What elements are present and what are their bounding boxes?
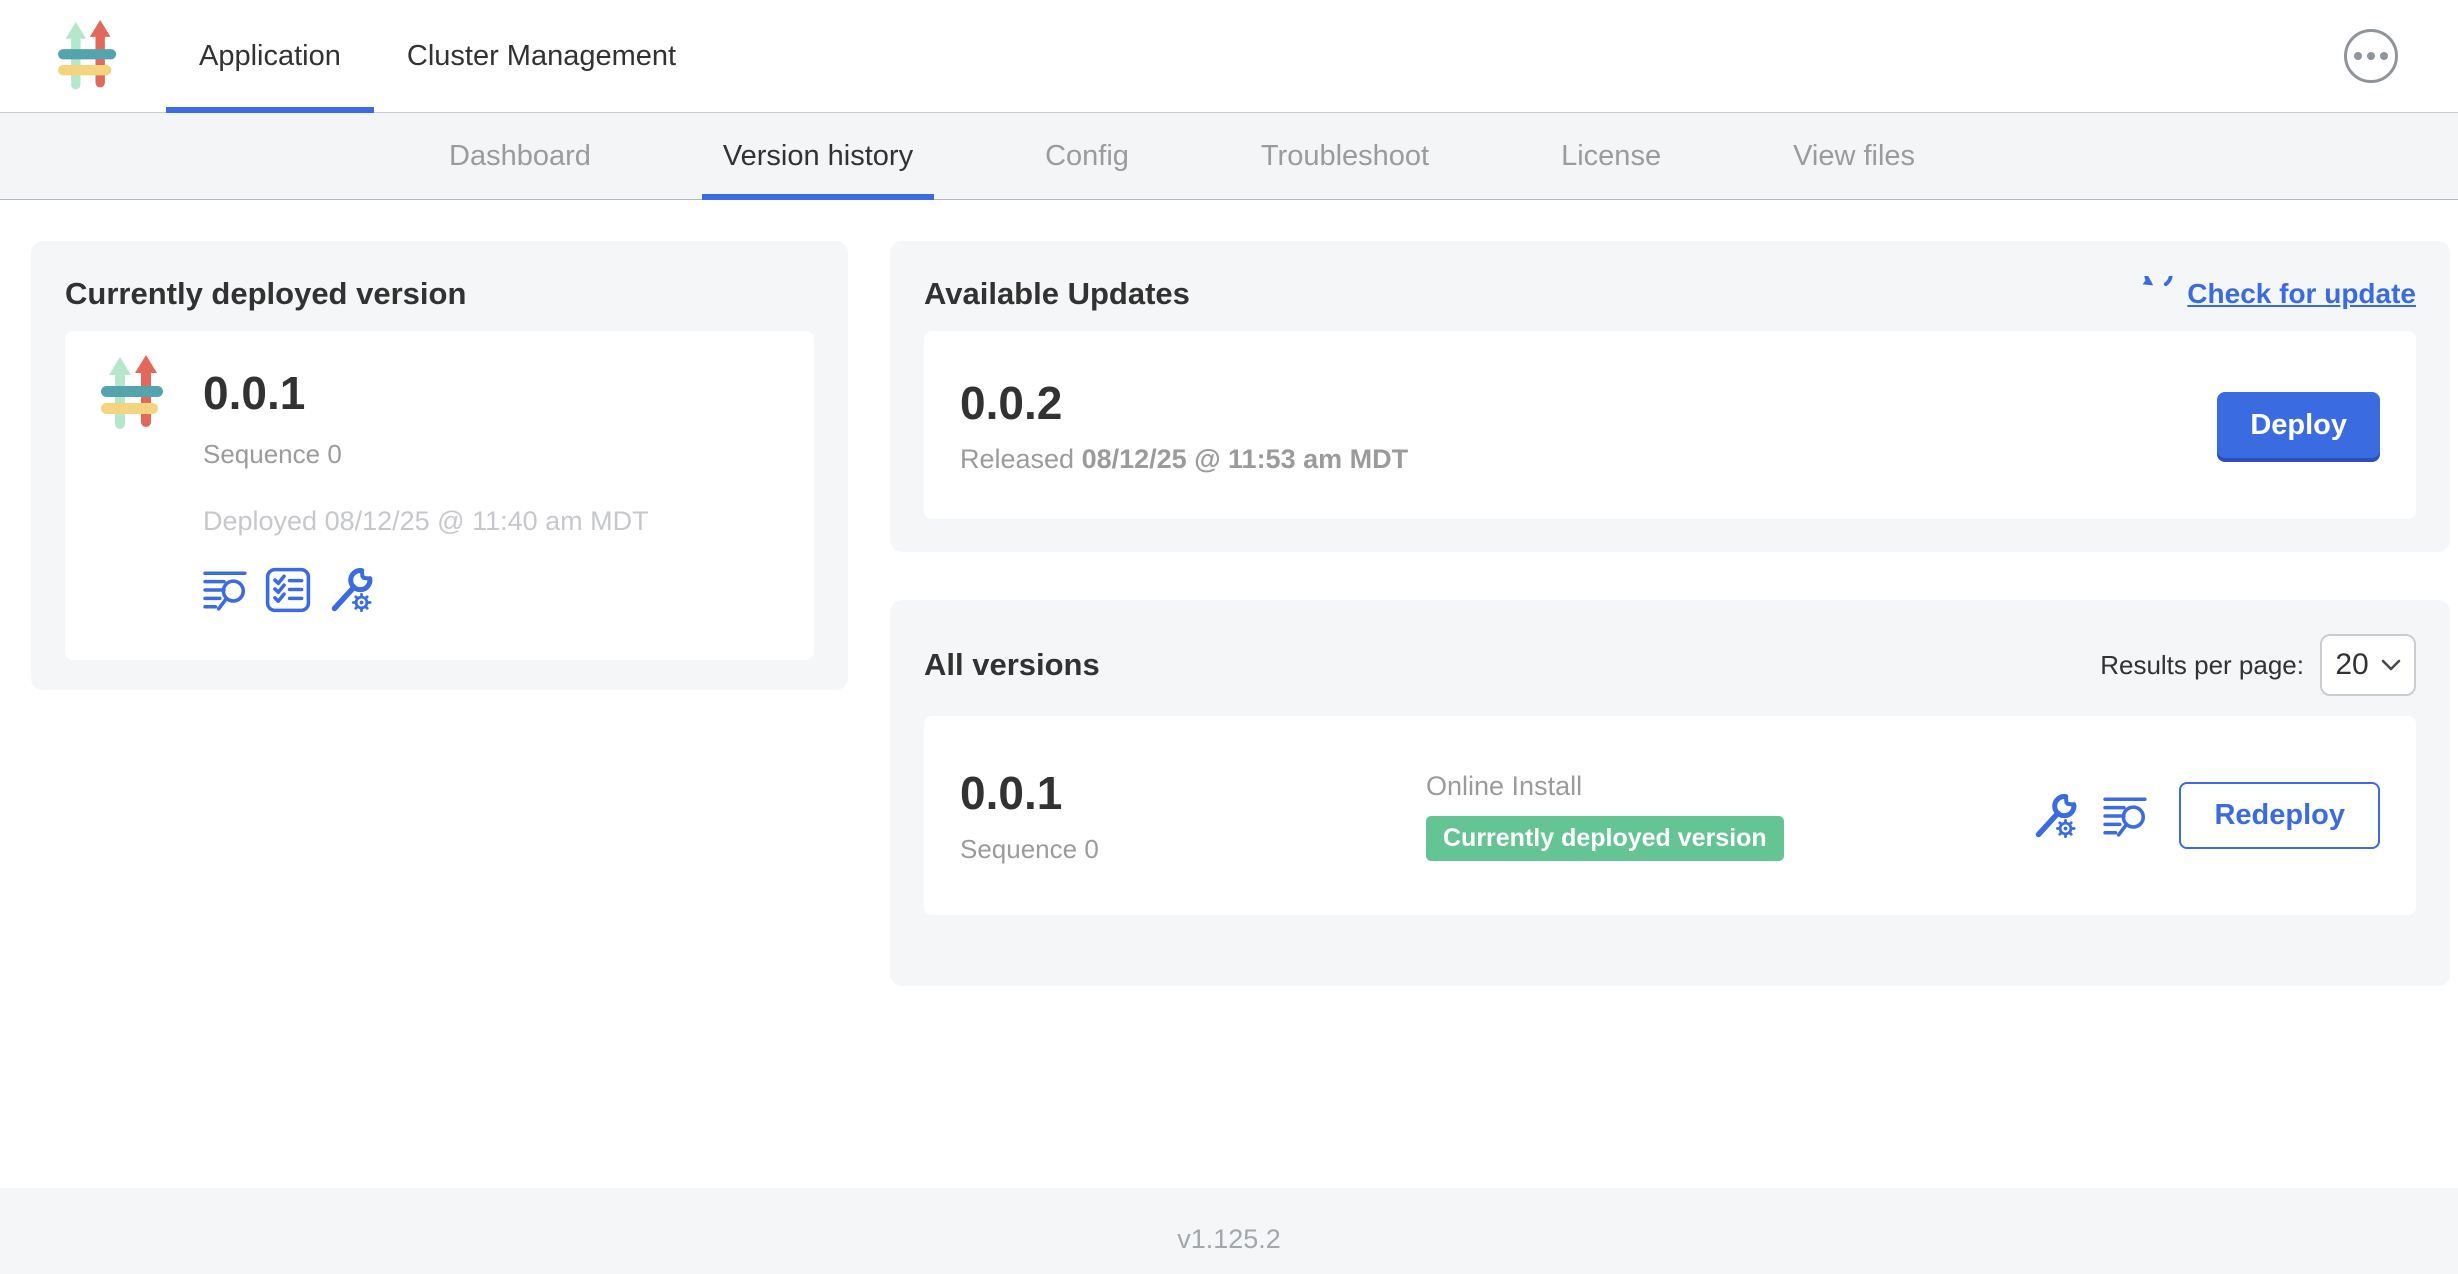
top-nav: Application Cluster Management	[0, 0, 2458, 113]
row-version-number: 0.0.1	[960, 766, 1426, 820]
subnav-tab-dashboard[interactable]: Dashboard	[428, 113, 612, 199]
preflight-checks-icon[interactable]	[265, 567, 311, 613]
subnav-tab-troubleshoot-label: Troubleshoot	[1261, 140, 1429, 173]
tab-application[interactable]: Application	[166, 0, 374, 112]
deployed-timestamp: Deployed 08/12/25 @ 11:40 am MDT	[203, 506, 778, 537]
view-logs-icon[interactable]	[2103, 793, 2149, 839]
currently-deployed-card: Currently deployed version 0.0.1 Sequenc…	[31, 241, 848, 690]
available-updates-card: Available Updates Check for update 0.0.2…	[890, 241, 2450, 552]
app-sub-nav: Dashboard Version history Config Trouble…	[0, 113, 2458, 200]
tab-cluster-management-label: Cluster Management	[407, 40, 676, 73]
tab-cluster-management[interactable]: Cluster Management	[374, 0, 709, 112]
update-version-number: 0.0.2	[960, 376, 1408, 430]
admin-console-version: v1.125.2	[1177, 1224, 1281, 1274]
currently-deployed-version-card: 0.0.1 Sequence 0 Deployed 08/12/25 @ 11:…	[65, 331, 814, 660]
released-date: 08/12/25 @ 11:53 am MDT	[1082, 444, 1409, 474]
subnav-tab-config[interactable]: Config	[1024, 113, 1150, 199]
redeploy-button[interactable]: Redeploy	[2179, 782, 2380, 849]
all-versions-card: All versions Results per page: 20 0.0.1 …	[890, 600, 2450, 986]
subnav-tab-view-files[interactable]: View files	[1772, 113, 1936, 199]
subnav-tab-version-history-label: Version history	[723, 140, 913, 173]
edit-config-icon[interactable]	[2031, 793, 2077, 839]
results-per-page-label: Results per page:	[2100, 650, 2304, 681]
subnav-tab-license-label: License	[1561, 140, 1661, 173]
tab-application-label: Application	[199, 40, 341, 73]
version-row: 0.0.1 Sequence 0 Online Install Currentl…	[924, 716, 2416, 915]
subnav-tab-troubleshoot[interactable]: Troubleshoot	[1240, 113, 1450, 199]
check-for-update-label: Check for update	[2187, 278, 2416, 310]
results-per-page-value: 20	[2335, 648, 2368, 682]
subnav-tab-view-files-label: View files	[1793, 140, 1915, 173]
page-footer: v1.125.2	[0, 1188, 2458, 1274]
update-released-timestamp: Released 08/12/25 @ 11:53 am MDT	[960, 444, 1408, 475]
app-logo-icon	[101, 355, 165, 431]
deployed-sequence-label: Sequence 0	[203, 439, 778, 470]
install-type-label: Online Install	[1426, 771, 1784, 802]
currently-deployed-badge: Currently deployed version	[1426, 816, 1784, 861]
overflow-menu-button[interactable]	[2344, 29, 2398, 83]
version-history-page: Currently deployed version 0.0.1 Sequenc…	[0, 200, 2458, 1188]
refresh-icon	[2139, 276, 2175, 312]
available-updates-title: Available Updates	[924, 275, 1190, 313]
currently-deployed-title: Currently deployed version	[65, 275, 814, 313]
deploy-button[interactable]: Deploy	[2217, 392, 2380, 458]
view-logs-icon[interactable]	[203, 567, 249, 613]
results-per-page-select[interactable]: 20	[2320, 634, 2416, 696]
all-versions-title: All versions	[924, 646, 1100, 684]
edit-config-icon[interactable]	[327, 567, 373, 613]
check-for-update-link[interactable]: Check for update	[2139, 276, 2416, 312]
app-logo-icon	[58, 20, 118, 91]
subnav-tab-dashboard-label: Dashboard	[449, 140, 591, 173]
subnav-tab-version-history[interactable]: Version history	[702, 113, 934, 199]
update-row: 0.0.2 Released 08/12/25 @ 11:53 am MDT D…	[924, 331, 2416, 519]
chevron-down-icon	[2381, 659, 2401, 672]
released-prefix: Released	[960, 444, 1074, 474]
ellipsis-icon	[2354, 52, 2362, 60]
row-sequence-label: Sequence 0	[960, 834, 1426, 865]
top-nav-tabs: Application Cluster Management	[166, 0, 709, 112]
right-column: Available Updates Check for update 0.0.2…	[890, 241, 2450, 1188]
subnav-tab-license[interactable]: License	[1540, 113, 1682, 199]
subnav-tab-config-label: Config	[1045, 140, 1129, 173]
deployed-version-number: 0.0.1	[203, 366, 305, 420]
